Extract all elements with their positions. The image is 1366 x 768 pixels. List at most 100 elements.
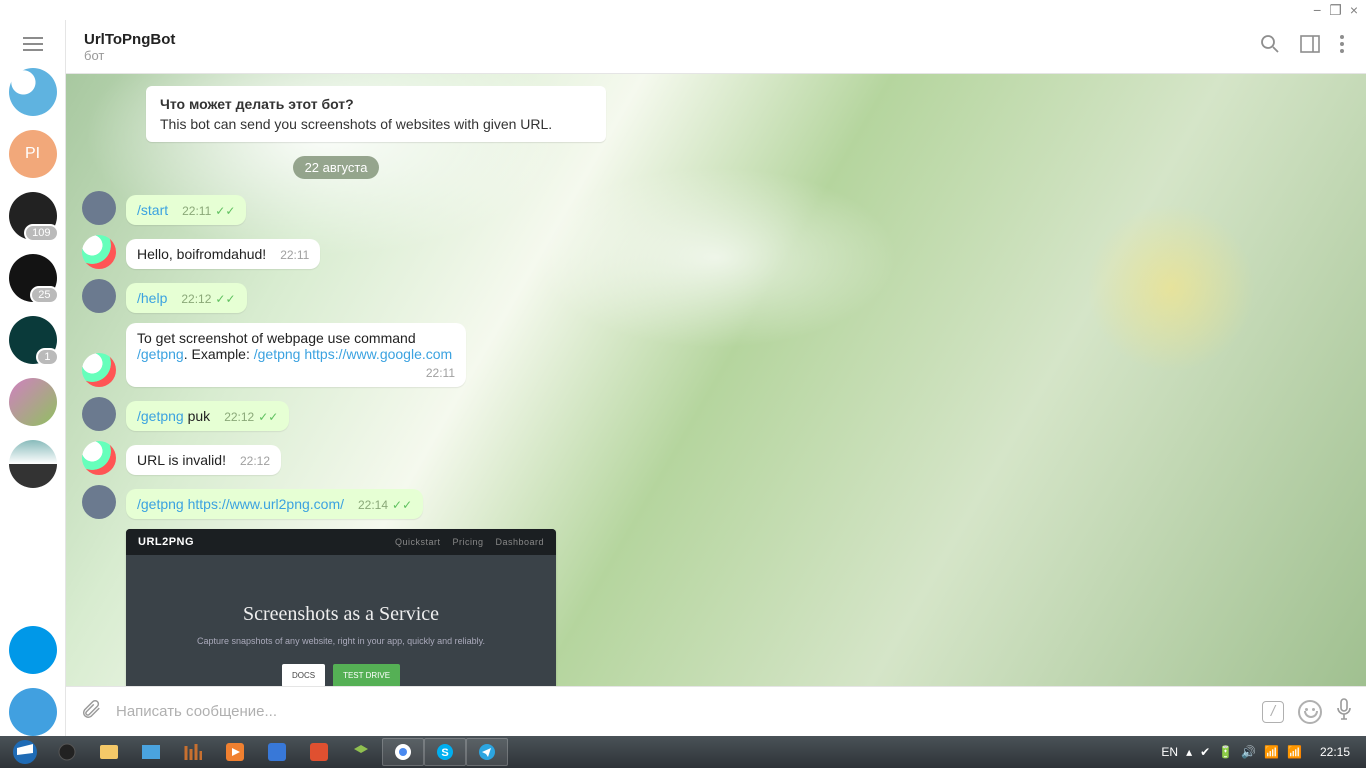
chat-avatar[interactable]	[9, 626, 57, 674]
taskbar-app[interactable]	[46, 738, 88, 766]
message-bubble-out[interactable]: /getpng puk 22:12 ✓✓	[126, 401, 289, 431]
language-indicator[interactable]: EN	[1161, 745, 1178, 759]
chat-avatar[interactable]	[9, 564, 57, 612]
message-row: /getpng https://www.url2png.com/ 22:14 ✓…	[82, 485, 1350, 519]
attach-icon[interactable]	[80, 698, 102, 725]
read-ticks-icon: ✓✓	[215, 292, 235, 306]
taskbar-app[interactable]	[298, 738, 340, 766]
command-text: /getpng	[137, 408, 184, 424]
taskbar-app[interactable]	[88, 738, 130, 766]
avatar-initials: PI	[25, 145, 40, 163]
taskbar-app[interactable]	[340, 738, 382, 766]
system-tray[interactable]: EN ▴ ✔ 🔋 🔊 📶 📶 22:15	[1161, 745, 1362, 759]
date-separator: 22 августа	[293, 156, 380, 179]
volume-icon[interactable]: 🔊	[1241, 745, 1256, 759]
read-ticks-icon: ✓✓	[392, 498, 412, 512]
unread-badge: 1	[36, 348, 56, 366]
taskbar-chrome[interactable]	[382, 738, 424, 766]
preview-btn-test: TEST DRIVE	[333, 664, 400, 687]
svg-text:S: S	[441, 747, 448, 759]
chat-title: UrlToPngBot	[84, 31, 1244, 48]
unread-badge: 109	[24, 224, 56, 242]
more-icon[interactable]	[1336, 31, 1348, 62]
message-bubble-out[interactable]: /help 22:12 ✓✓	[126, 283, 247, 313]
chat-header: UrlToPngBot бот	[66, 20, 1366, 74]
message-time: 22:11	[426, 366, 455, 380]
taskbar-app[interactable]	[256, 738, 298, 766]
emoji-icon[interactable]	[1298, 700, 1322, 724]
message-text: Hello, boifromdahud!	[137, 246, 266, 262]
chat-avatar[interactable]: PI	[9, 130, 57, 178]
message-input[interactable]	[116, 703, 1248, 720]
info-description: This bot can send you screenshots of web…	[160, 116, 592, 132]
sender-avatar[interactable]	[82, 485, 116, 519]
message-row: /getpng puk 22:12 ✓✓	[82, 397, 1350, 431]
sender-avatar[interactable]	[82, 279, 116, 313]
start-button[interactable]	[4, 738, 46, 766]
unread-badge: 25	[30, 286, 56, 304]
read-ticks-icon: ✓✓	[258, 410, 278, 424]
battery-icon[interactable]: 🔋	[1218, 745, 1233, 759]
message-text: puk	[184, 408, 210, 424]
chat-avatar[interactable]: 1	[9, 316, 57, 364]
message-text: URL is invalid!	[137, 452, 226, 468]
message-bubble-in[interactable]: Hello, boifromdahud! 22:11	[126, 239, 320, 269]
chat-avatars: PI 109 25 1	[9, 68, 57, 736]
preview-tagline: Capture snapshots of any website, right …	[197, 636, 485, 646]
chat-avatar[interactable]: 109	[9, 192, 57, 240]
command-text: /help	[137, 290, 167, 306]
window-close[interactable]: ×	[1350, 2, 1358, 18]
hamburger-menu[interactable]	[15, 26, 51, 62]
chat-avatar[interactable]	[9, 68, 57, 116]
window-titlebar: − ❐ ×	[0, 0, 1366, 20]
message-time: 22:11	[280, 248, 309, 262]
tray-icon[interactable]: ✔	[1200, 745, 1210, 759]
info-question: Что может делать этот бот?	[160, 96, 592, 112]
sender-avatar[interactable]	[82, 191, 116, 225]
command-text: /getpng https://www.url2png.com/	[137, 496, 344, 512]
sender-avatar[interactable]	[82, 441, 116, 475]
tray-expand-icon[interactable]: ▴	[1186, 745, 1192, 759]
windows-taskbar: S EN ▴ ✔ 🔋 🔊 📶 📶 22:15	[0, 736, 1366, 768]
taskbar-telegram[interactable]	[466, 738, 508, 766]
sender-avatar[interactable]	[82, 353, 116, 387]
message-text: To get screenshot of webpage use command	[137, 330, 416, 346]
commands-icon[interactable]: /	[1262, 701, 1284, 723]
wifi-icon[interactable]: 📶	[1287, 745, 1302, 759]
sidepanel-icon[interactable]	[1296, 31, 1324, 62]
app-root: PI 109 25 1 UrlToPngBot бот	[0, 20, 1366, 736]
message-time: 22:12	[240, 454, 270, 468]
chat-title-block[interactable]: UrlToPngBot бот	[84, 31, 1244, 63]
message-row: /help 22:12 ✓✓	[82, 279, 1350, 313]
window-maximize[interactable]: ❐	[1329, 2, 1342, 19]
message-list[interactable]: Что может делать этот бот? This bot can …	[66, 74, 1366, 686]
taskbar-clock[interactable]: 22:15	[1320, 745, 1350, 759]
screenshot-preview[interactable]: URL2PNG Quickstart Pricing Dashboard Scr…	[126, 529, 556, 686]
voice-icon[interactable]	[1336, 698, 1352, 725]
preview-navbar: URL2PNG Quickstart Pricing Dashboard	[126, 529, 556, 555]
sender-avatar[interactable]	[82, 235, 116, 269]
sender-avatar[interactable]	[82, 397, 116, 431]
message-bubble-out[interactable]: /getpng https://www.url2png.com/ 22:14 ✓…	[126, 489, 423, 519]
search-icon[interactable]	[1256, 30, 1284, 63]
chat-avatar[interactable]: 25	[9, 254, 57, 302]
message-row: Hello, boifromdahud! 22:11	[82, 235, 1350, 269]
taskbar-app[interactable]	[172, 738, 214, 766]
taskbar-app[interactable]	[130, 738, 172, 766]
taskbar-skype[interactable]: S	[424, 738, 466, 766]
chat-avatar[interactable]	[9, 688, 57, 736]
message-bubble-in[interactable]: URL is invalid! 22:12	[126, 445, 281, 475]
command-text: /getpng https://www.google.com	[254, 346, 452, 362]
network-icon[interactable]: 📶	[1264, 745, 1279, 759]
preview-headline: Screenshots as a Service	[243, 603, 439, 626]
chat-avatar[interactable]	[9, 502, 57, 550]
chat-avatar[interactable]	[9, 440, 57, 488]
preview-btn-docs: DOCS	[282, 664, 325, 687]
chat-subtitle: бот	[84, 48, 1244, 63]
chat-avatar[interactable]	[9, 378, 57, 426]
window-minimize[interactable]: −	[1313, 2, 1321, 18]
taskbar-app[interactable]	[214, 738, 256, 766]
message-row: /start 22:11 ✓✓	[82, 191, 1350, 225]
message-bubble-out[interactable]: /start 22:11 ✓✓	[126, 195, 246, 225]
message-bubble-in[interactable]: To get screenshot of webpage use command…	[126, 323, 466, 387]
